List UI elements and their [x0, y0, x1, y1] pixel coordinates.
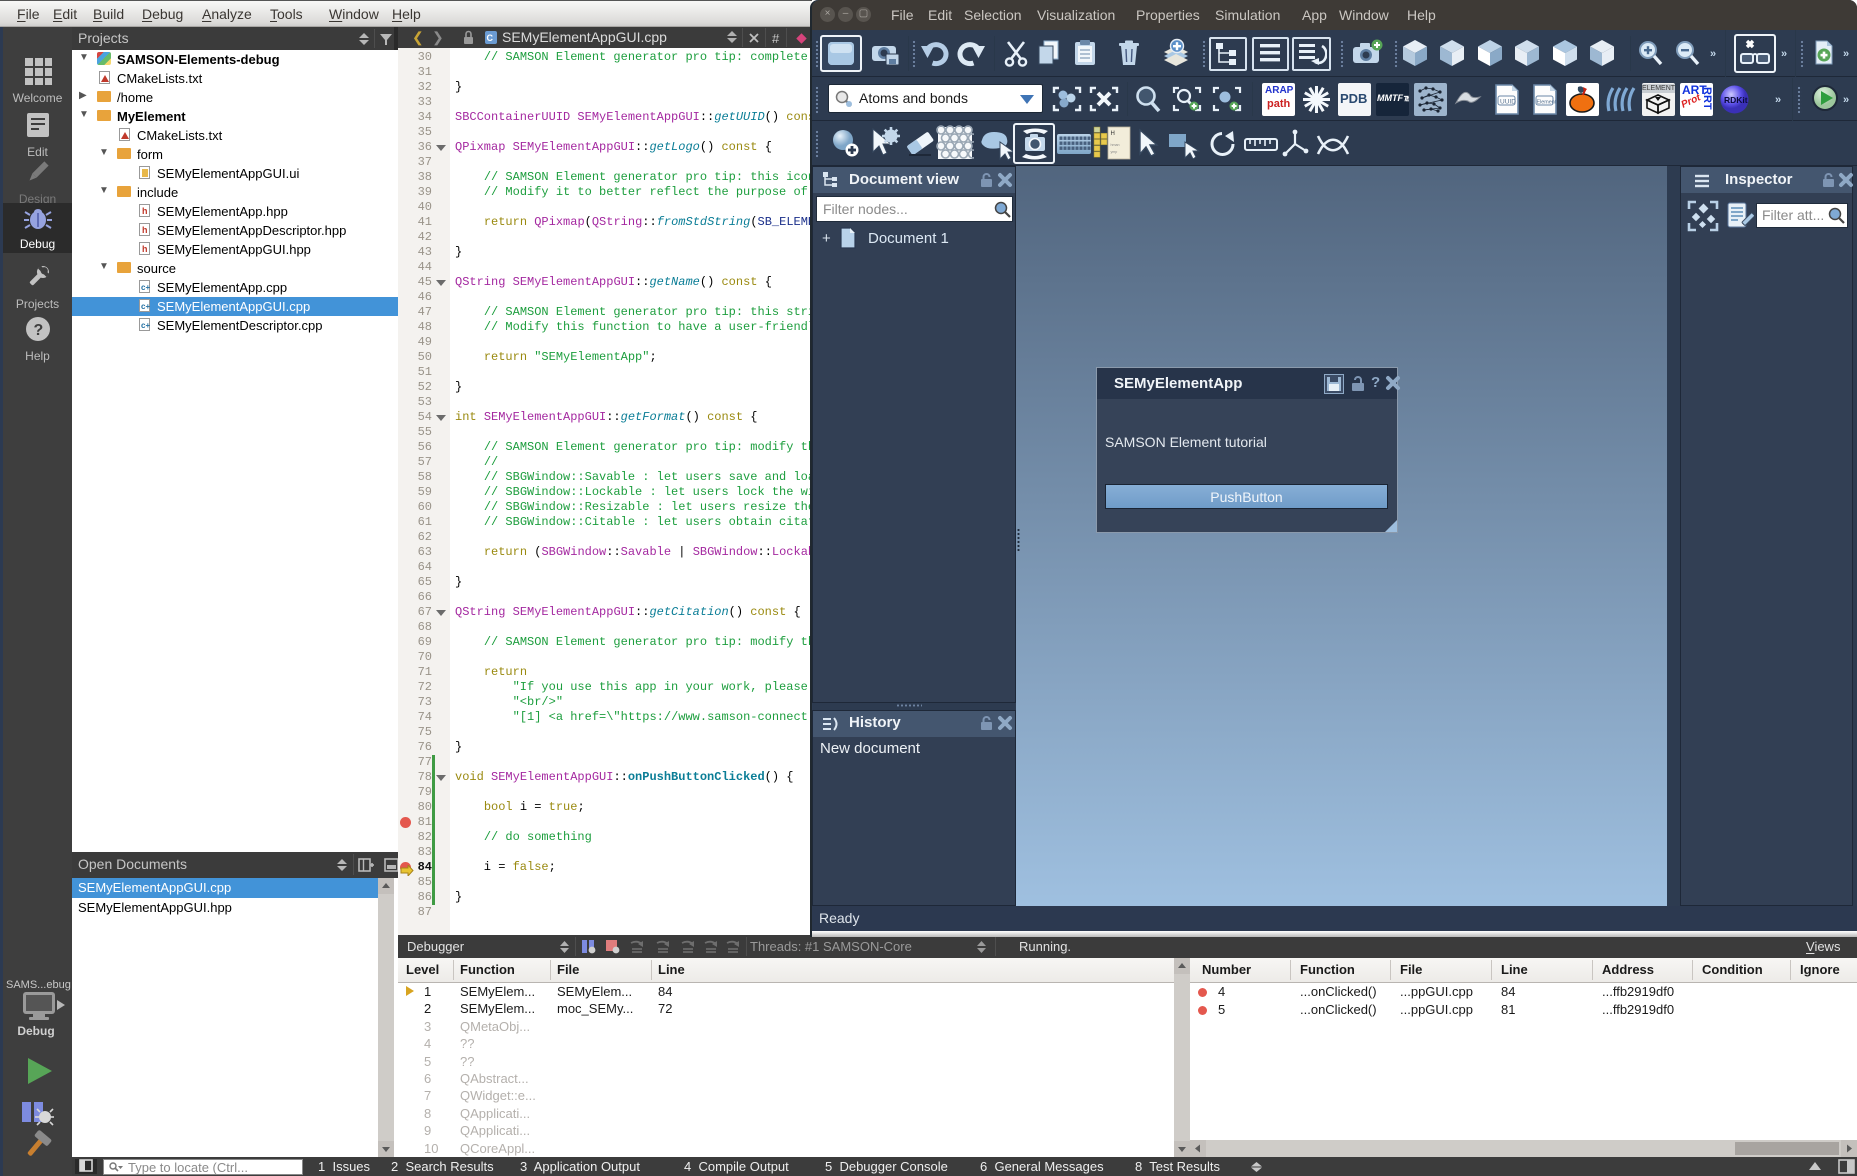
svg-text:H: H: [1111, 131, 1115, 137]
svg-text:?: ?: [33, 322, 43, 339]
svg-text:Element: Element: [1537, 100, 1557, 106]
svg-text:UUID: UUID: [1500, 99, 1516, 106]
svg-text:C: C: [487, 33, 494, 43]
svg-text:ymp: ymp: [1111, 150, 1118, 154]
svg-text:RDKit: RDKit: [1724, 95, 1748, 105]
svg-text:hman: hman: [1111, 143, 1120, 147]
